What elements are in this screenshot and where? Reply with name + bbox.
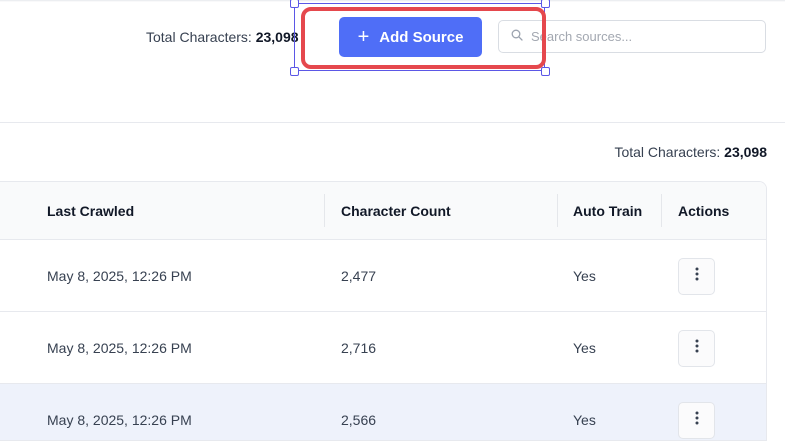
cell-auto-train: Yes [573,268,596,284]
section-divider [0,122,785,123]
row-actions-button[interactable] [678,330,715,367]
column-divider [557,194,558,227]
cell-last-crawled: May 8, 2025, 12:26 PM [47,268,192,284]
total-characters-label: Total Characters: [146,29,252,45]
table-row[interactable]: May 8, 2025, 12:26 PM 2,566 Yes [0,384,766,440]
column-header-last-crawled[interactable]: Last Crawled [47,182,134,239]
selection-handle-top-right[interactable] [541,0,550,8]
column-header-actions: Actions [678,202,730,219]
table-row[interactable]: May 8, 2025, 12:26 PM 2,716 Yes [0,312,766,384]
more-vertical-icon [695,267,699,286]
row-actions-button[interactable] [678,258,715,295]
cell-character-count: 2,477 [341,268,377,284]
more-vertical-icon [695,411,699,430]
more-vertical-icon [695,339,699,358]
total-characters-header: Total Characters: 23,098 [146,29,299,45]
summary-total-value: 23,098 [724,144,767,160]
highlight-annotation-box [301,7,546,69]
table-row[interactable]: May 8, 2025, 12:26 PM 2,477 Yes [0,240,766,312]
summary-total-label: Total Characters: [614,144,721,160]
selection-handle-top-left[interactable] [290,0,299,8]
cell-auto-train: Yes [573,340,596,356]
cell-last-crawled: May 8, 2025, 12:26 PM [47,412,192,428]
total-characters-summary: Total Characters: 23,098 [614,144,767,160]
cell-character-count: 2,716 [341,340,377,356]
total-characters-value: 23,098 [255,29,299,45]
column-divider [324,194,325,227]
row-actions-button[interactable] [678,402,715,439]
table-header: Last Crawled Character Count Auto Train … [0,182,766,240]
selection-handle-bottom-left[interactable] [290,67,299,76]
cell-last-crawled: May 8, 2025, 12:26 PM [47,340,192,356]
sources-table: Last Crawled Character Count Auto Train … [0,181,767,441]
cell-auto-train: Yes [573,412,596,428]
top-edge-shadow [0,0,785,2]
cell-character-count: 2,566 [341,412,377,428]
column-header-character-count[interactable]: Character Count [341,182,451,239]
search-input[interactable] [529,28,753,45]
selection-handle-bottom-right[interactable] [541,67,550,76]
column-header-auto-train[interactable]: Auto Train [573,182,642,239]
column-divider [661,194,662,227]
